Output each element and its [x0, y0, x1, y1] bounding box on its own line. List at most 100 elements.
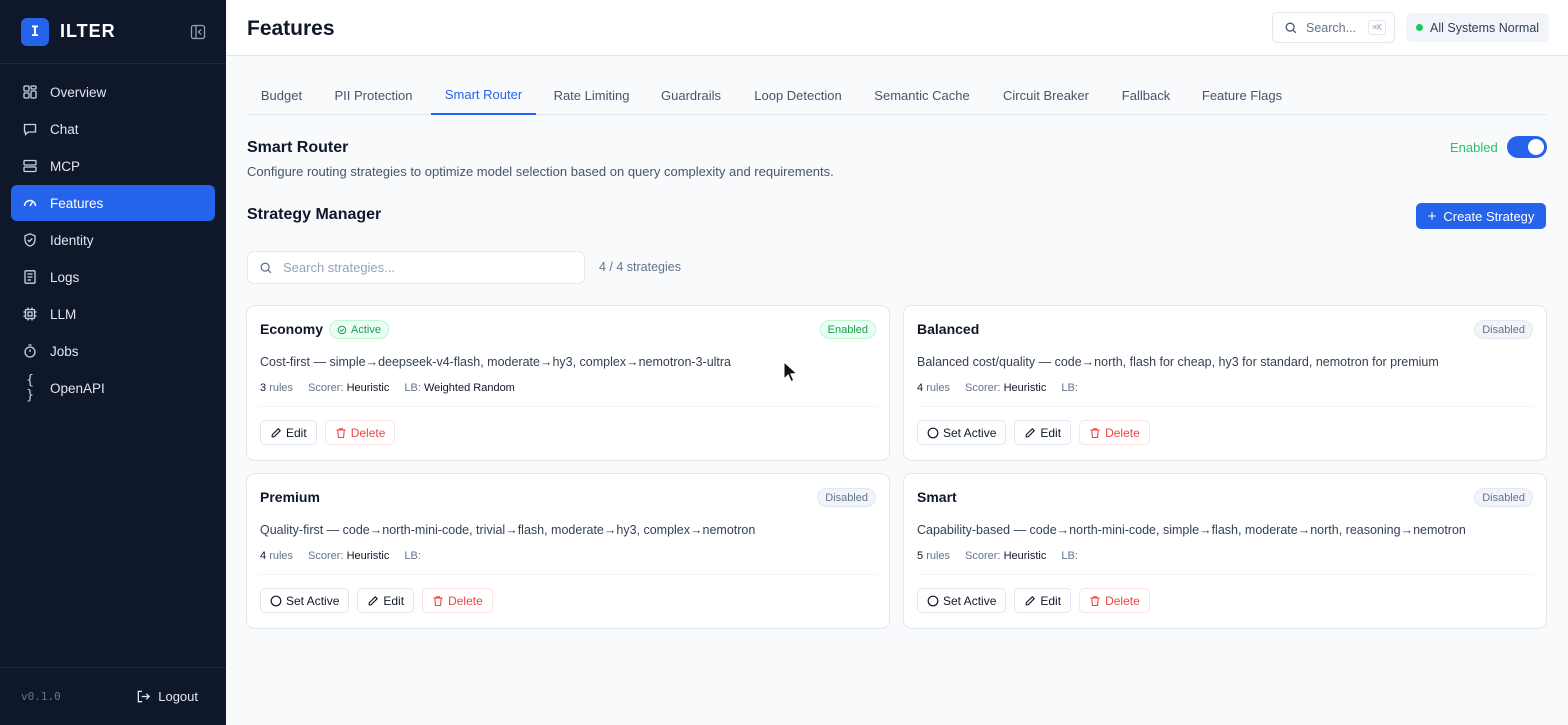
- logout-button[interactable]: Logout: [136, 689, 198, 704]
- trash-icon: [433, 595, 443, 606]
- delete-label: Delete: [448, 593, 483, 608]
- strategy-card-smart: Smart Disabled Capability-based — code→n…: [903, 473, 1547, 629]
- strategy-card-balanced: Balanced Disabled Balanced cost/quality …: [903, 305, 1547, 461]
- active-badge: Active: [329, 320, 389, 339]
- card-actions: Set Active Edit Delete: [917, 420, 1150, 445]
- sidebar-item-chat[interactable]: Chat: [11, 111, 215, 147]
- card-divider: [917, 574, 1533, 575]
- app-logo: I: [21, 17, 49, 46]
- set-active-button[interactable]: Set Active: [917, 420, 1007, 445]
- strategy-card-economy: Economy Active Enabled Cost-first — simp…: [246, 305, 890, 461]
- search-shortcut: ⌘K: [1368, 20, 1386, 35]
- edit-label: Edit: [383, 593, 405, 608]
- rules-label: rules: [269, 550, 294, 562]
- delete-label: Delete: [1105, 593, 1140, 608]
- strategy-search-input[interactable]: [283, 260, 573, 275]
- feature-enabled-toggle[interactable]: [1507, 136, 1547, 158]
- tab-rate-limiting[interactable]: Rate Limiting: [544, 76, 639, 115]
- search-icon: [260, 262, 272, 273]
- sidebar-item-label: LLM: [50, 306, 77, 322]
- sidebar-item-label: Chat: [50, 121, 79, 137]
- plus-icon: +: [1427, 207, 1437, 225]
- scorer-value: Heuristic: [1003, 550, 1047, 562]
- rules-label: rules: [269, 382, 294, 394]
- logout-label: Logout: [158, 689, 198, 704]
- sidebar-item-label: Features: [50, 195, 104, 211]
- tab-guardrails[interactable]: Guardrails: [647, 76, 735, 115]
- active-badge-label: Active: [351, 323, 381, 336]
- lb-value: Weighted Random: [423, 382, 515, 394]
- scorer-label: Scorer:: [965, 382, 1001, 394]
- braces-icon: { }: [26, 373, 34, 403]
- sidebar-item-label: Identity: [50, 232, 94, 248]
- edit-button[interactable]: Edit: [1014, 588, 1072, 613]
- status-badge: Enabled: [819, 320, 876, 339]
- sidebar-item-identity[interactable]: Identity: [11, 222, 215, 258]
- delete-button[interactable]: Delete: [1079, 420, 1150, 445]
- pencil-icon: [1026, 427, 1036, 437]
- delete-button[interactable]: Delete: [1079, 588, 1150, 613]
- rule-count: 4: [917, 382, 924, 394]
- status-badge: Disabled: [1474, 488, 1533, 507]
- card-actions: Set Active Edit Delete: [917, 588, 1150, 613]
- set-active-label: Set Active: [943, 425, 997, 440]
- collapse-sidebar-icon[interactable]: [190, 24, 206, 40]
- tab-circuit-breaker[interactable]: Circuit Breaker: [991, 76, 1101, 115]
- sidebar-nav: Overview Chat MCP Features Identity Logs…: [0, 64, 226, 406]
- create-strategy-label: Create Strategy: [1443, 208, 1535, 224]
- set-active-button[interactable]: Set Active: [260, 588, 350, 613]
- tab-fallback[interactable]: Fallback: [1109, 76, 1183, 115]
- global-search-button[interactable]: Search... ⌘K: [1272, 12, 1395, 43]
- tab-pii-protection[interactable]: PII Protection: [324, 76, 423, 115]
- rule-count: 3: [260, 382, 267, 394]
- sidebar-item-mcp[interactable]: MCP: [11, 148, 215, 184]
- delete-button[interactable]: Delete: [324, 420, 396, 445]
- circle-icon: [927, 427, 939, 438]
- edit-label: Edit: [1040, 593, 1062, 608]
- pencil-icon: [1026, 595, 1036, 605]
- sidebar-footer: v0.1.0 Logout: [0, 667, 226, 725]
- set-active-label: Set Active: [286, 593, 340, 608]
- delete-label: Delete: [1105, 425, 1140, 440]
- card-divider: [917, 406, 1533, 407]
- tab-feature-flags[interactable]: Feature Flags: [1191, 76, 1293, 115]
- sidebar-item-overview[interactable]: Overview: [11, 74, 215, 110]
- chat-icon: [23, 123, 37, 136]
- lb-label: LB:: [1061, 550, 1078, 562]
- edit-button[interactable]: Edit: [260, 420, 317, 445]
- strategy-meta: 4 rules Scorer: Heuristic LB:: [260, 550, 424, 562]
- tab-loop-detection[interactable]: Loop Detection: [743, 76, 853, 115]
- app-version: v0.1.0: [21, 690, 61, 703]
- set-active-button[interactable]: Set Active: [917, 588, 1007, 613]
- edit-button[interactable]: Edit: [1014, 420, 1072, 445]
- strategy-count: 4 / 4 strategies: [599, 260, 681, 274]
- sidebar-item-jobs[interactable]: Jobs: [11, 333, 215, 369]
- tab-smart-router[interactable]: Smart Router: [431, 76, 536, 115]
- strategy-meta: 3 rules Scorer: Heuristic LB: Weighted R…: [260, 382, 515, 394]
- strategy-manager-title: Strategy Manager: [247, 206, 382, 223]
- sidebar-item-openapi[interactable]: { } OpenAPI: [11, 370, 215, 406]
- card-actions: Set Active Edit Delete: [260, 588, 493, 613]
- create-strategy-button[interactable]: + Create Strategy: [1416, 203, 1546, 229]
- edit-button[interactable]: Edit: [357, 588, 415, 613]
- tab-budget[interactable]: Budget: [247, 76, 316, 115]
- mouse-cursor-icon: [783, 361, 797, 383]
- tab-semantic-cache[interactable]: Semantic Cache: [861, 76, 983, 115]
- status-dot-icon: [1416, 24, 1423, 31]
- strategy-name: Economy: [260, 321, 324, 337]
- top-header: Features Search... ⌘K All Systems Normal: [226, 0, 1568, 56]
- pencil-icon: [271, 427, 281, 437]
- delete-button[interactable]: Delete: [422, 588, 493, 613]
- logout-icon: [137, 690, 151, 703]
- sidebar-item-features[interactable]: Features: [11, 185, 215, 221]
- rules-label: rules: [926, 550, 951, 562]
- sidebar-item-llm[interactable]: LLM: [11, 296, 215, 332]
- trash-icon: [336, 427, 346, 438]
- scorer-value: Heuristic: [346, 382, 390, 394]
- log-icon: [24, 270, 36, 284]
- strategy-description: Cost-first — simple→deepseek-v4-flash, m…: [260, 355, 732, 369]
- sidebar-item-logs[interactable]: Logs: [11, 259, 215, 295]
- scorer-label: Scorer:: [308, 550, 344, 562]
- scorer-label: Scorer:: [308, 382, 344, 394]
- status-badge: Disabled: [1474, 320, 1533, 339]
